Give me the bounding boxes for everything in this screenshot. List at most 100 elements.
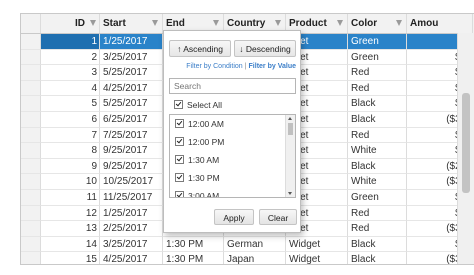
row-header[interactable] <box>21 65 41 81</box>
filter-icon[interactable] <box>275 20 281 26</box>
cell-id[interactable]: 14 <box>41 236 100 253</box>
filter-icon[interactable] <box>213 20 219 26</box>
scroll-up-arrow-icon[interactable] <box>288 117 292 120</box>
clear-button[interactable]: Clear <box>259 209 297 225</box>
row-header[interactable] <box>21 80 41 97</box>
cell-start[interactable]: 11/25/2017 <box>100 189 163 206</box>
cell-id[interactable]: 6 <box>41 111 100 128</box>
cell-color[interactable]: Red <box>348 80 407 97</box>
cell-id[interactable]: 5 <box>41 96 100 112</box>
filter-icon[interactable] <box>396 20 402 26</box>
scrollbar-thumb[interactable] <box>462 93 470 193</box>
select-all-checkbox[interactable]: Select All <box>174 99 222 111</box>
row-header[interactable] <box>21 189 41 206</box>
row-header[interactable] <box>21 96 41 112</box>
sort-descending-button[interactable]: ↓ Descending <box>234 40 296 57</box>
cell-start[interactable]: 1/25/2017 <box>100 205 163 222</box>
cell-product[interactable]: Widget <box>286 236 348 253</box>
row-header[interactable] <box>21 111 41 128</box>
column-header-start[interactable]: Start <box>100 14 163 33</box>
cell-start[interactable]: 3/25/2017 <box>100 49 163 66</box>
cell-color[interactable]: Red <box>348 205 407 222</box>
cell-color[interactable]: Green <box>348 189 407 206</box>
scroll-down-arrow-icon[interactable] <box>288 192 292 195</box>
table-row[interactable]: 143/25/20171:30 PMGermanWidgetBlack$3, <box>21 236 474 253</box>
table-row[interactable]: 154/25/20171:30 PMJapanWidgetBlack($3,7 <box>21 252 474 264</box>
cell-id[interactable]: 12 <box>41 205 100 222</box>
cell-start[interactable]: 9/25/2017 <box>100 158 163 175</box>
cell-color[interactable]: Red <box>348 65 407 81</box>
cell-id[interactable]: 13 <box>41 221 100 237</box>
cell-color[interactable]: Green <box>348 49 407 66</box>
filter-value-item[interactable]: 12:00 PM <box>170 133 295 151</box>
column-header-amount[interactable]: Amou <box>407 14 473 33</box>
cell-start[interactable]: 4/25/2017 <box>100 80 163 97</box>
cell-color[interactable]: Red <box>348 127 407 144</box>
value-list-scrollbar[interactable] <box>285 115 295 197</box>
column-header-id[interactable]: ID <box>41 14 100 33</box>
select-all-label: Select All <box>187 100 222 110</box>
filter-icon[interactable] <box>152 20 158 26</box>
cell-id[interactable]: 9 <box>41 158 100 175</box>
cell-color[interactable]: Green <box>348 34 407 50</box>
sort-ascending-button[interactable]: ↑ Ascending <box>169 40 231 57</box>
cell-start[interactable]: 1/25/2017 <box>100 34 163 50</box>
cell-start[interactable]: 5/25/2017 <box>100 96 163 112</box>
cell-country[interactable]: German <box>224 236 286 253</box>
row-header[interactable] <box>21 49 41 66</box>
cell-end[interactable]: 1:30 PM <box>163 236 224 253</box>
filter-value-item[interactable]: 1:30 PM <box>170 169 295 187</box>
row-header[interactable] <box>21 127 41 144</box>
cell-product[interactable]: Widget <box>286 252 348 264</box>
cell-id[interactable]: 2 <box>41 49 100 66</box>
row-header[interactable] <box>21 236 41 253</box>
row-header[interactable] <box>21 205 41 222</box>
cell-color[interactable]: Black <box>348 158 407 175</box>
filter-icon[interactable] <box>337 20 343 26</box>
cell-id[interactable]: 8 <box>41 143 100 159</box>
row-header[interactable] <box>21 174 41 190</box>
filter-value-item[interactable]: 12:00 AM <box>170 115 295 133</box>
cell-start[interactable]: 9/25/2017 <box>100 143 163 159</box>
filter-value-item[interactable]: 3:00 AM <box>170 187 295 197</box>
cell-start[interactable]: 3/25/2017 <box>100 236 163 253</box>
cell-start[interactable]: 4/25/2017 <box>100 252 163 264</box>
column-header-color[interactable]: Color <box>348 14 407 33</box>
cell-id[interactable]: 10 <box>41 174 100 190</box>
row-header[interactable] <box>21 158 41 175</box>
apply-button[interactable]: Apply <box>214 209 254 225</box>
cell-start[interactable]: 10/25/2017 <box>100 174 163 190</box>
scrollbar-thumb[interactable] <box>288 123 293 135</box>
filter-value-item[interactable]: 1:30 AM <box>170 151 295 169</box>
filter-by-condition-link[interactable]: Filter by Condition <box>186 63 242 70</box>
cell-color[interactable]: Black <box>348 96 407 112</box>
cell-color[interactable]: Black <box>348 111 407 128</box>
filter-value-label: 1:30 PM <box>188 173 220 183</box>
row-header[interactable] <box>21 143 41 159</box>
cell-id[interactable]: 3 <box>41 65 100 81</box>
cell-id[interactable]: 7 <box>41 127 100 144</box>
cell-start[interactable]: 5/25/2017 <box>100 65 163 81</box>
search-input[interactable] <box>169 78 296 94</box>
cell-id[interactable]: 4 <box>41 80 100 97</box>
cell-id[interactable]: 11 <box>41 189 100 206</box>
cell-end[interactable]: 1:30 PM <box>163 252 224 264</box>
vertical-scrollbar[interactable] <box>457 33 474 264</box>
cell-color[interactable]: Black <box>348 236 407 253</box>
cell-id[interactable]: 15 <box>41 252 100 264</box>
filter-icon[interactable] <box>90 20 96 26</box>
filter-by-value-link[interactable]: Filter by Value <box>249 63 296 70</box>
cell-color[interactable]: Red <box>348 221 407 237</box>
cell-country[interactable]: Japan <box>224 252 286 264</box>
cell-start[interactable]: 7/25/2017 <box>100 127 163 144</box>
cell-id[interactable]: 1 <box>41 34 100 50</box>
cell-start[interactable]: 2/25/2017 <box>100 221 163 237</box>
cell-start[interactable]: 6/25/2017 <box>100 111 163 128</box>
row-header[interactable] <box>21 221 41 237</box>
cell-color[interactable]: White <box>348 143 407 159</box>
top-left-corner[interactable] <box>21 14 41 33</box>
row-header[interactable] <box>21 34 41 50</box>
cell-color[interactable]: Black <box>348 252 407 264</box>
cell-color[interactable]: White <box>348 174 407 190</box>
row-header[interactable] <box>21 252 41 264</box>
